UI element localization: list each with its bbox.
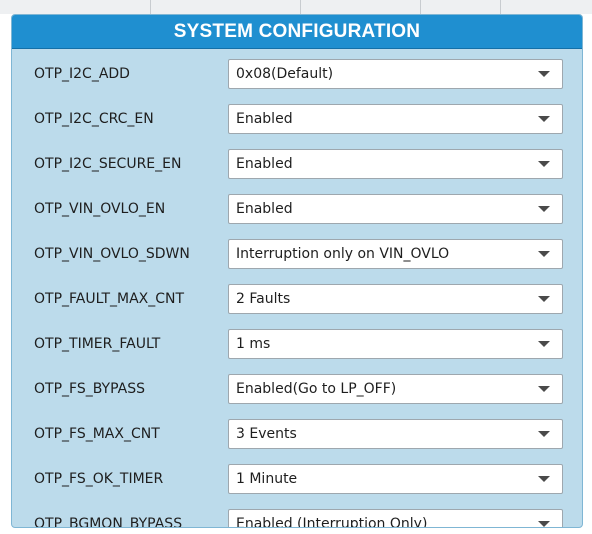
config-row-otp-fault-max-cnt: OTP_FAULT_MAX_CNT 2 Faults (12, 282, 582, 316)
selected-value: 1 Minute (236, 471, 298, 487)
chevron-down-icon[interactable] (538, 251, 550, 257)
otp-i2c-crc-en-select[interactable]: Enabled (228, 104, 563, 134)
system-configuration-panel: SYSTEM CONFIGURATION OTP_I2C_ADD 0x08(De… (11, 14, 583, 528)
otp-i2c-secure-en-select[interactable]: Enabled (228, 149, 563, 179)
chevron-down-icon[interactable] (538, 116, 550, 122)
field-label: OTP_I2C_CRC_EN (34, 111, 154, 127)
config-row-otp-bgmon-bypass: OTP_BGMON_BYPASS Enabled (Interruption O… (12, 507, 582, 528)
otp-vin-ovlo-sdwn-select[interactable]: Interruption only on VIN_OVLO (228, 239, 563, 269)
strip-divider (300, 0, 301, 14)
selected-value: Enabled (236, 156, 293, 172)
chevron-down-icon[interactable] (538, 296, 550, 302)
config-row-otp-fs-bypass: OTP_FS_BYPASS Enabled(Go to LP_OFF) (12, 372, 582, 406)
otp-vin-ovlo-en-select[interactable]: Enabled (228, 194, 563, 224)
config-row-otp-fs-max-cnt: OTP_FS_MAX_CNT 3 Events (12, 417, 582, 451)
selected-value: 2 Faults (236, 291, 291, 307)
config-row-otp-vin-ovlo-en: OTP_VIN_OVLO_EN Enabled (12, 192, 582, 226)
otp-timer-fault-select[interactable]: 1 ms (228, 329, 563, 359)
selected-value: 0x08(Default) (236, 66, 334, 82)
field-label: OTP_I2C_SECURE_EN (34, 156, 182, 172)
selected-value: 3 Events (236, 426, 297, 442)
config-row-otp-timer-fault: OTP_TIMER_FAULT 1 ms (12, 327, 582, 361)
field-label: OTP_TIMER_FAULT (34, 336, 161, 352)
selected-value: Enabled (236, 201, 293, 217)
otp-fs-ok-timer-select[interactable]: 1 Minute (228, 464, 563, 494)
config-row-otp-i2c-secure-en: OTP_I2C_SECURE_EN Enabled (12, 147, 582, 181)
panel-title: SYSTEM CONFIGURATION (12, 15, 582, 49)
selected-value: Interruption only on VIN_OVLO (236, 246, 450, 262)
chevron-down-icon[interactable] (538, 476, 550, 482)
otp-i2c-add-select[interactable]: 0x08(Default) (228, 59, 563, 89)
selected-value: 1 ms (236, 336, 271, 352)
selected-value: Enabled (Interruption Only) (236, 516, 428, 528)
config-row-otp-i2c-add: OTP_I2C_ADD 0x08(Default) (12, 57, 582, 91)
chevron-down-icon[interactable] (538, 431, 550, 437)
selected-value: Enabled (236, 111, 293, 127)
strip-divider (150, 0, 151, 14)
chevron-down-icon[interactable] (538, 71, 550, 77)
chevron-down-icon[interactable] (538, 161, 550, 167)
field-label: OTP_FS_MAX_CNT (34, 426, 160, 442)
config-row-otp-i2c-crc-en: OTP_I2C_CRC_EN Enabled (12, 102, 582, 136)
chevron-down-icon[interactable] (538, 386, 550, 392)
strip-divider (420, 0, 421, 14)
chevron-down-icon[interactable] (538, 341, 550, 347)
field-label: OTP_I2C_ADD (34, 66, 130, 82)
strip-divider (500, 0, 501, 14)
field-label: OTP_FS_OK_TIMER (34, 471, 164, 487)
config-row-otp-fs-ok-timer: OTP_FS_OK_TIMER 1 Minute (12, 462, 582, 496)
top-toolbar-strip (0, 0, 592, 14)
otp-fs-max-cnt-select[interactable]: 3 Events (228, 419, 563, 449)
field-label: OTP_FAULT_MAX_CNT (34, 291, 185, 307)
chevron-down-icon[interactable] (538, 521, 550, 527)
field-label: OTP_VIN_OVLO_SDWN (34, 246, 190, 262)
otp-fs-bypass-select[interactable]: Enabled(Go to LP_OFF) (228, 374, 563, 404)
otp-bgmon-bypass-select[interactable]: Enabled (Interruption Only) (228, 509, 563, 528)
config-row-otp-vin-ovlo-sdwn: OTP_VIN_OVLO_SDWN Interruption only on V… (12, 237, 582, 271)
field-label: OTP_VIN_OVLO_EN (34, 201, 166, 217)
selected-value: Enabled(Go to LP_OFF) (236, 381, 397, 397)
field-label: OTP_BGMON_BYPASS (34, 516, 183, 528)
otp-fault-max-cnt-select[interactable]: 2 Faults (228, 284, 563, 314)
chevron-down-icon[interactable] (538, 206, 550, 212)
field-label: OTP_FS_BYPASS (34, 381, 145, 397)
